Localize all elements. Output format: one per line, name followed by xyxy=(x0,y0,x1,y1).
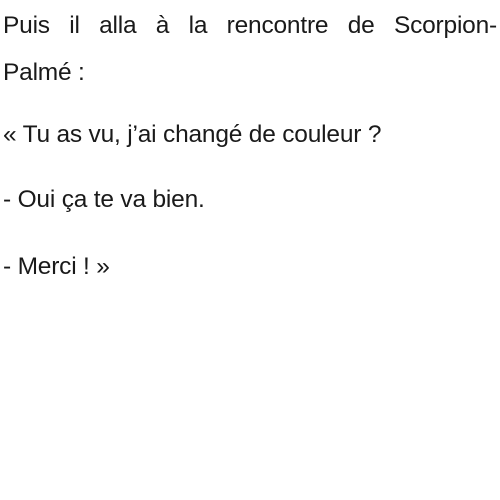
narration-line-2: Palmé : xyxy=(3,59,85,86)
dialogue-line-question: « Tu as vu, j’ai changé de couleur ? xyxy=(3,121,382,148)
dialogue-line-thanks: - Merci ! » xyxy=(3,253,110,280)
text-page: Puis il alla à la rencontre de Scorpion-… xyxy=(0,0,500,500)
dialogue-line-reply: - Oui ça te va bien. xyxy=(3,186,205,213)
narration-line-1: Puis il alla à la rencontre de Scorpion- xyxy=(3,12,497,39)
